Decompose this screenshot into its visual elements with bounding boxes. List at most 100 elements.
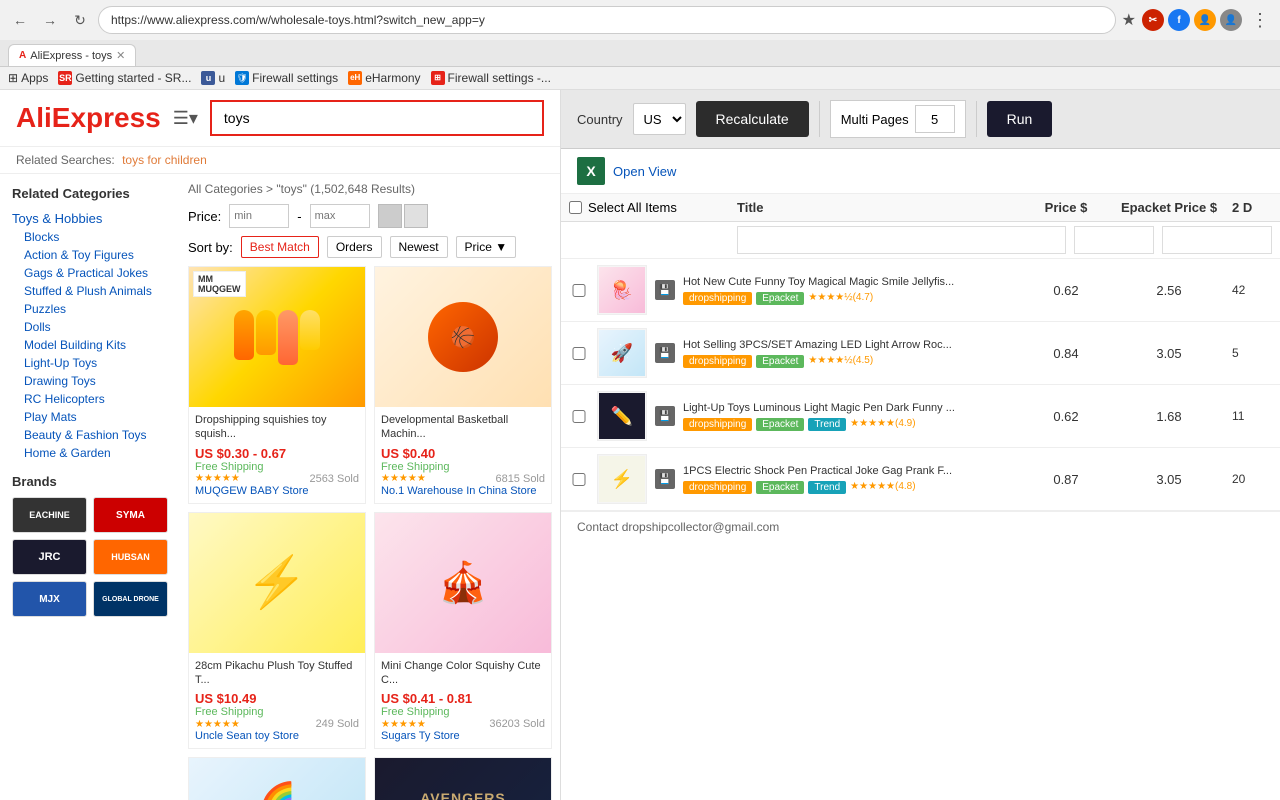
ext-icon-3[interactable]: 👤 [1194,9,1216,31]
ae-product-info-1: Dropshipping squishies toy squish... US … [189,407,365,503]
op-save-button-2[interactable]: 💾 [655,343,675,363]
sidebar-item-beauty-fashion-toys[interactable]: Beauty & Fashion Toys [12,426,168,444]
op-save-button-3[interactable]: 💾 [655,406,675,426]
ae-product-grid-row3: 🌈 AVENGERS [188,757,552,800]
ae-product-store-3[interactable]: Uncle Sean toy Store [195,730,359,742]
op-country-select[interactable]: US UK AU CA [633,103,686,135]
sort-newest[interactable]: Newest [390,236,448,258]
sidebar-item-play-mats[interactable]: Play Mats [12,408,168,426]
ae-product-card-5[interactable]: 🌈 [188,757,366,800]
sidebar-item-action-toy-figures[interactable]: Action & Toy Figures [12,246,168,264]
op-badge-epacket-1: Epacket [756,292,804,305]
tab-close-button[interactable]: ✕ [116,49,125,62]
view-grid-btn[interactable] [378,204,402,228]
ae-product-store-1[interactable]: MUQGEW BABY Store [195,485,359,497]
sidebar-item-dolls[interactable]: Dolls [12,318,168,336]
ae-product-title-3: 28cm Pikachu Plush Toy Stuffed T... [195,659,359,688]
reload-button[interactable]: ↻ [68,8,92,32]
ae-product-stars-4: ★★★★★ [381,719,426,730]
menu-button[interactable]: ⋮ [1248,8,1272,32]
sidebar-item-model-building-kits[interactable]: Model Building Kits [12,336,168,354]
op-product-row-3: ✏️ 💾 Light-Up Toys Luminous Light Magic … [561,385,1280,448]
ae-product-store-4[interactable]: Sugars Ty Store [381,730,545,742]
ae-product-stars-2: ★★★★★ [381,473,426,484]
bookmarks-bar: ⊞ Apps SR Getting started - SR... u u 🛡 … [0,67,1280,90]
sort-orders[interactable]: Orders [327,236,382,258]
sidebar-item-light-up-toys[interactable]: Light-Up Toys [12,354,168,372]
op-price-search-input[interactable] [1074,226,1154,254]
op-row-checkbox-4[interactable] [569,473,589,486]
bookmark-star-icon[interactable]: ★ [1122,10,1136,30]
bookmark-firewall-2[interactable]: ⊞ Firewall settings -... [431,71,551,85]
op-pages-input[interactable] [915,105,955,133]
sidebar-item-gags-practical-jokes[interactable]: Gags & Practical Jokes [12,264,168,282]
active-tab[interactable]: A AliExpress - toys ✕ [8,44,136,66]
op-run-button[interactable]: Run [987,101,1053,137]
ae-product-card-1[interactable]: MMMUQGEW Dropshipping squishies toy squi… [188,266,366,504]
op-row-image-1: 🪼 [597,265,647,315]
op-contact-footer: Contact dropshipcollector@gmail.com [561,511,1280,542]
op-row-title-1: Hot New Cute Funny Toy Magical Magic Smi… [683,275,1018,289]
sidebar-item-puzzles[interactable]: Puzzles [12,300,168,318]
op-col-epacket-header: Epacket Price $ [1114,200,1224,215]
ae-product-price-4: US $0.41 - 0.81 [381,691,545,706]
op-row-title-area-2: Hot Selling 3PCS/SET Amazing LED Light A… [683,338,1018,368]
brand-mjx[interactable]: MJX [12,581,87,617]
brand-hubsan[interactable]: HUBSAN [93,539,168,575]
sort-best-match[interactable]: Best Match [241,236,319,258]
sidebar-item-home-garden[interactable]: Home & Garden [12,444,168,462]
op-save-button-4[interactable]: 💾 [655,469,675,489]
op-select-all-checkbox[interactable] [569,201,582,214]
address-bar[interactable] [98,6,1116,34]
ae-price-min[interactable] [229,204,289,228]
ae-product-card-4[interactable]: 🎪 Mini Change Color Squishy Cute C... US… [374,512,552,750]
op-open-view-label[interactable]: Open View [613,164,676,179]
ext-icon-4[interactable]: 👤 [1220,9,1242,31]
view-list-btn[interactable] [404,204,428,228]
op-title-search-input[interactable] [737,226,1066,254]
op-stars-2: ★★★★½(4.5) [808,355,873,368]
ae-menu-button[interactable]: ☰▾ [173,108,198,129]
ae-related-link[interactable]: toys for children [122,153,207,167]
op-product-row-4: ⚡ 💾 1PCS Electric Shock Pen Practical Jo… [561,448,1280,511]
brand-jrc[interactable]: JRC [12,539,87,575]
ae-product-price-3: US $10.49 [195,691,359,706]
ae-header: AliExpress ☰▾ [0,90,560,147]
sidebar-item-rc-helicopters[interactable]: RC Helicopters [12,390,168,408]
forward-button[interactable]: → [38,8,62,32]
brand-global-drone[interactable]: GLOBAL DRONE [93,581,168,617]
bookmark-u[interactable]: u u [201,71,225,85]
sort-price[interactable]: Price ▼ [456,236,517,258]
op-row-checkbox-1[interactable] [569,284,589,297]
sidebar-item-drawing-toys[interactable]: Drawing Toys [12,372,168,390]
sidebar-item-toys-hobbies[interactable]: Toys & Hobbies [12,209,168,228]
op-row-checkbox-3[interactable] [569,410,589,423]
ae-product-card-avengers[interactable]: AVENGERS [374,757,552,800]
sidebar-item-blocks[interactable]: Blocks [12,228,168,246]
brand-eachine[interactable]: EACHINE [12,497,87,533]
bookmark-firewall-1[interactable]: 🛡 Firewall settings [235,71,338,85]
bookmark-apps[interactable]: ⊞ Apps [8,71,48,85]
ae-product-store-2[interactable]: No.1 Warehouse In China Store [381,485,545,497]
ae-product-sold-1: 2563 Sold [309,473,359,485]
ae-product-sold-3: 249 Sold [316,718,359,730]
op-row-2d-4: 20 [1232,472,1272,486]
brand-syma[interactable]: SYMA [93,497,168,533]
ae-product-title-4: Mini Change Color Squishy Cute C... [381,659,545,688]
ae-search-input[interactable] [210,100,544,136]
ext-icon-2[interactable]: f [1168,9,1190,31]
bookmark-eharmony[interactable]: eH eHarmony [348,71,420,85]
back-button[interactable]: ← [8,8,32,32]
op-row-checkbox-2[interactable] [569,347,589,360]
ae-product-card-2[interactable]: 🏀 Developmental Basketball Machin... US … [374,266,552,504]
ae-product-card-3[interactable]: ⚡ 28cm Pikachu Plush Toy Stuffed T... US… [188,512,366,750]
op-save-button-1[interactable]: 💾 [655,280,675,300]
ext-icon-1[interactable]: ✂ [1142,9,1164,31]
ae-sort-bar: Sort by: Best Match Orders Newest Price … [188,236,552,258]
op-epacket-search-input[interactable] [1162,226,1272,254]
bookmark-getting-started[interactable]: SR Getting started - SR... [58,71,191,85]
sidebar-item-stuffed-plush-animals[interactable]: Stuffed & Plush Animals [12,282,168,300]
ae-price-max[interactable] [310,204,370,228]
op-recalculate-button[interactable]: Recalculate [696,101,809,137]
ae-main-content: All Categories > "toys" (1,502,648 Resul… [180,174,560,800]
